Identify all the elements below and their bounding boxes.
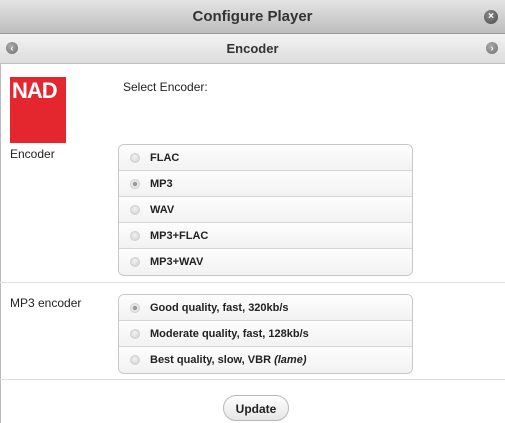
option-label: Moderate quality, fast, 128kb/s [150, 328, 309, 340]
option-label: FLAC [150, 152, 180, 164]
window-title: Configure Player [192, 8, 313, 25]
mp3-option-best-quality[interactable]: Best quality, slow, VBR (lame) [119, 347, 412, 373]
encoder-option-flac[interactable]: FLAC [119, 145, 412, 171]
encoder-option-wav[interactable]: WAV [119, 197, 412, 223]
option-suffix: (lame) [274, 354, 307, 366]
option-label: Good quality, fast, 320kb/s [150, 302, 289, 314]
window-titlebar: Configure Player × [0, 0, 505, 34]
forward-icon[interactable]: › [486, 42, 498, 54]
option-label: MP3+WAV [150, 256, 204, 268]
radio-button[interactable] [130, 329, 140, 339]
radio-button-selected[interactable] [130, 303, 140, 313]
encoder-option-mp3-flac[interactable]: MP3+FLAC [119, 223, 412, 249]
option-label: MP3 [150, 178, 173, 190]
nad-logo: NAD [10, 77, 66, 143]
encoder-settings-panel: NAD Select Encoder: Encoder FLAC MP3 WAV… [0, 64, 505, 423]
update-button[interactable]: Update [223, 395, 289, 421]
encoder-option-mp3[interactable]: MP3 [119, 171, 412, 197]
option-label: Best quality, slow, VBR (lame) [150, 347, 306, 373]
panel-border [0, 64, 1, 423]
option-label: MP3+FLAC [150, 230, 209, 242]
radio-button[interactable] [130, 257, 140, 267]
mp3-encoder-label: MP3 encoder [10, 296, 82, 310]
section-divider [0, 282, 505, 283]
option-text: Best quality, slow, VBR [150, 354, 275, 366]
page-title: Encoder [226, 41, 279, 56]
radio-button[interactable] [130, 205, 140, 215]
encoder-label: Encoder [10, 147, 55, 161]
mp3-encoder-radio-group: Good quality, fast, 320kb/s Moderate qua… [118, 294, 413, 374]
section-divider [0, 379, 505, 380]
mp3-option-good-quality[interactable]: Good quality, fast, 320kb/s [119, 295, 412, 321]
radio-button-selected[interactable] [130, 179, 140, 189]
radio-button[interactable] [130, 231, 140, 241]
option-label: WAV [150, 204, 175, 216]
logo-text: NAD [12, 78, 58, 103]
close-icon[interactable]: × [484, 10, 498, 24]
select-encoder-label: Select Encoder: [123, 80, 208, 94]
radio-button[interactable] [130, 355, 140, 365]
encoder-radio-group: FLAC MP3 WAV MP3+FLAC MP3+WAV [118, 144, 413, 276]
mp3-option-moderate-quality[interactable]: Moderate quality, fast, 128kb/s [119, 321, 412, 347]
radio-button[interactable] [130, 153, 140, 163]
page-header: ‹ Encoder › [0, 34, 505, 64]
encoder-option-mp3-wav[interactable]: MP3+WAV [119, 249, 412, 275]
